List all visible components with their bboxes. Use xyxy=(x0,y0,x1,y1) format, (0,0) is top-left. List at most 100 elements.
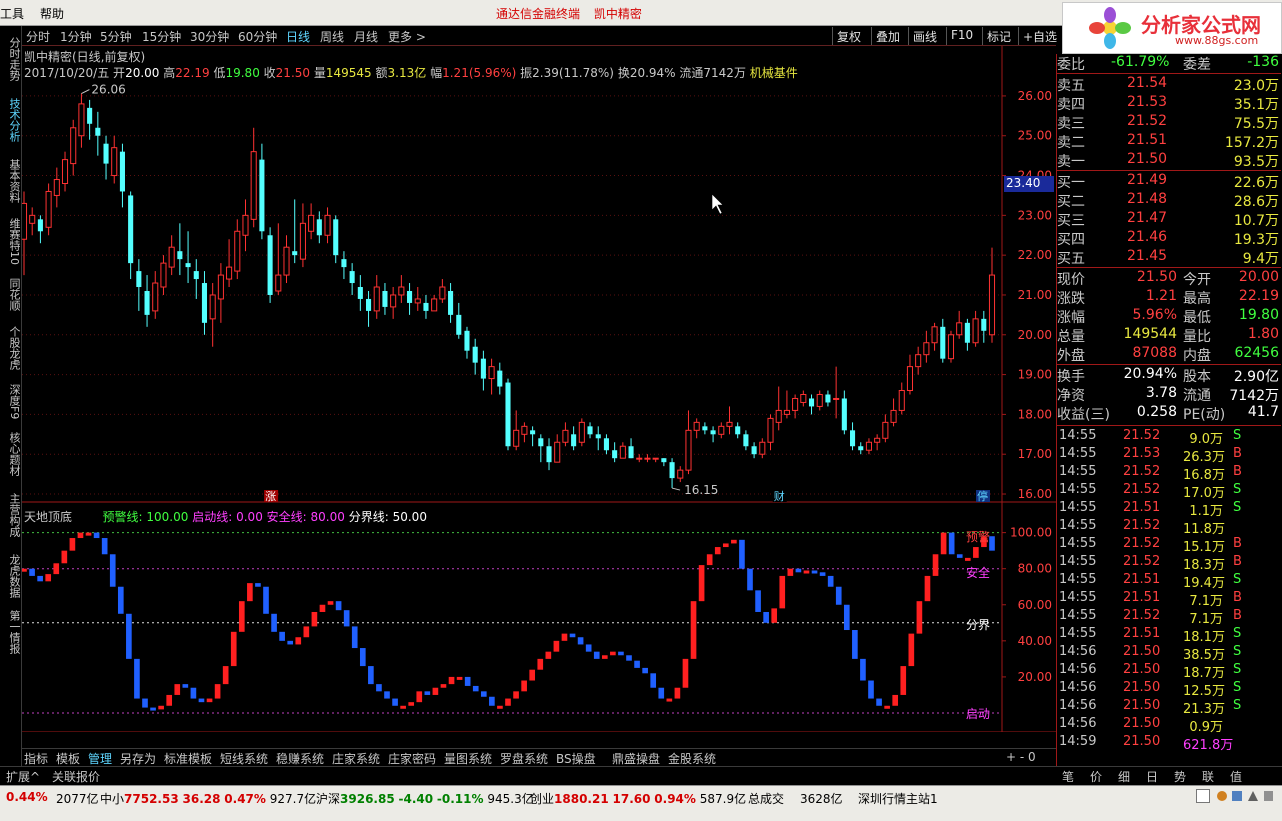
bottom-tab-9[interactable]: 量图系统 xyxy=(444,750,492,767)
quote-label-right: 量比 xyxy=(1183,329,1211,345)
weibi-row: 委比 -61.79% 委差 -136 xyxy=(1057,54,1281,73)
bottom-nav-1[interactable]: 关联报价 xyxy=(52,768,100,785)
left-tab-4[interactable]: 同花顺 xyxy=(2,272,21,316)
detail-tab-3[interactable]: 日 xyxy=(1146,768,1158,785)
toolbar-button-2[interactable]: 画线 xyxy=(908,27,941,45)
bid-row[interactable]: 买三 21.47 10.7万 xyxy=(1057,210,1281,229)
candle-body xyxy=(226,266,233,280)
safe-line-label: 安全线: xyxy=(266,510,307,524)
tick-time: 14:55 xyxy=(1059,518,1097,533)
candle-body xyxy=(177,251,183,260)
indicator-bar xyxy=(634,660,640,668)
period-1[interactable]: 1分钟 xyxy=(60,28,92,45)
price-tick-label: 22.00 xyxy=(1018,248,1052,262)
task-strip xyxy=(0,807,1282,821)
left-tab-1[interactable]: 技术分析 xyxy=(2,92,21,148)
bottom-tab-7[interactable]: 庄家系统 xyxy=(332,750,380,767)
toolbar-button-3[interactable]: F10 xyxy=(946,27,977,45)
indicator-bar xyxy=(134,658,140,699)
bottom-tab-5[interactable]: 短线系统 xyxy=(220,750,268,767)
bottom-tab-4[interactable]: 标准模板 xyxy=(164,750,212,767)
info-sector[interactable]: 机械基件 xyxy=(750,66,798,80)
detail-tab-2[interactable]: 细 xyxy=(1118,768,1130,785)
left-tab-6[interactable]: 深度F9 xyxy=(2,380,21,424)
toolbar-button-0[interactable]: 复权 xyxy=(832,27,865,45)
status-total-label: 总成交 xyxy=(748,792,785,806)
toolbar-button-4[interactable]: 标记 xyxy=(982,27,1015,45)
period-2[interactable]: 5分钟 xyxy=(100,28,132,45)
left-tab-10[interactable]: 第一情报 xyxy=(2,606,21,658)
menu-help[interactable]: 帮助 xyxy=(40,5,64,22)
ask-row[interactable]: 卖一 21.50 93.5万 xyxy=(1057,151,1281,170)
toolbar-button-1[interactable]: 叠加 xyxy=(871,27,904,45)
tick-direction: S xyxy=(1233,644,1242,659)
candle-body xyxy=(275,274,282,292)
left-tab-2[interactable]: 基本资料 xyxy=(2,152,21,210)
status-station[interactable]: 深圳行情主站1 xyxy=(858,790,938,807)
bottom-tab-10[interactable]: 罗盘系统 xyxy=(500,750,548,767)
candle-body xyxy=(316,219,322,236)
tick-price: 21.52 xyxy=(1123,464,1161,479)
candle-body xyxy=(299,222,306,260)
indicator-name[interactable]: 天地顶底 xyxy=(24,510,72,524)
bottom-tab-2[interactable]: 管理 xyxy=(88,750,112,767)
detail-tab-5[interactable]: 联 xyxy=(1202,768,1214,785)
chart-area[interactable]: 26.0025.0024.0023.0022.0021.0020.0019.00… xyxy=(22,46,1056,732)
bottom-tab-3[interactable]: 另存为 xyxy=(120,750,156,767)
tick-direction: S xyxy=(1233,572,1242,587)
bottom-tab-1[interactable]: 模板 xyxy=(56,750,80,767)
ask-row[interactable]: 卖四 21.53 35.1万 xyxy=(1057,94,1281,113)
period-7[interactable]: 周线 xyxy=(320,28,344,45)
detail-tab-0[interactable]: 笔 xyxy=(1062,768,1074,785)
period-0[interactable]: 分时 xyxy=(26,28,50,45)
zoom-controls[interactable]: + - 0 xyxy=(1006,750,1036,764)
quote-label-right: 最低 xyxy=(1183,310,1211,326)
candle-body xyxy=(209,294,216,320)
period-8[interactable]: 月线 xyxy=(354,28,378,45)
bottom-tab-8[interactable]: 庄家密码 xyxy=(388,750,436,767)
left-tab-3[interactable]: 维赛特10 xyxy=(2,214,21,268)
candle-body xyxy=(981,318,987,331)
bid-row[interactable]: 买二 21.48 28.6万 xyxy=(1057,191,1281,210)
indicator-bar xyxy=(351,626,358,649)
detail-tab-4[interactable]: 势 xyxy=(1174,768,1186,785)
bid-row[interactable]: 买四 21.46 19.3万 xyxy=(1057,229,1281,248)
left-tab-5[interactable]: 个股龙虎 xyxy=(2,320,21,376)
detail-tab-6[interactable]: 值 xyxy=(1230,768,1242,785)
alert-icon xyxy=(1217,791,1227,801)
candle-body xyxy=(217,274,224,300)
bid-row[interactable]: 买一 21.49 22.6万 xyxy=(1057,172,1281,191)
bottom-tab-11[interactable]: BS操盘 xyxy=(556,750,596,767)
ask-row[interactable]: 卖三 21.52 75.5万 xyxy=(1057,113,1281,132)
status-checkbox[interactable] xyxy=(1196,789,1210,803)
period-6[interactable]: 日线 xyxy=(286,28,310,45)
kline-chart[interactable]: 26.0025.0024.0023.0022.0021.0020.0019.00… xyxy=(22,46,1056,732)
info-open-label: 开 xyxy=(113,66,126,80)
period-4[interactable]: 30分钟 xyxy=(190,28,229,45)
left-tab-9[interactable]: 龙虎数据 xyxy=(2,550,21,602)
period-5[interactable]: 60分钟 xyxy=(238,28,277,45)
bottom-tab-13[interactable]: 金股系统 xyxy=(668,750,716,767)
indicator-bar xyxy=(900,666,907,695)
bottom-tab-6[interactable]: 稳赚系统 xyxy=(276,750,324,767)
indicator-tick-label: 60.00 xyxy=(1018,598,1052,612)
ask-row[interactable]: 卖二 21.51 157.2万 xyxy=(1057,132,1281,151)
bid-row[interactable]: 买五 21.45 9.4万 xyxy=(1057,248,1281,267)
left-tab-7[interactable]: 核心题材 xyxy=(2,428,21,480)
price-tick-label: 18.00 xyxy=(1018,407,1052,421)
detail-tab-1[interactable]: 价 xyxy=(1090,768,1102,785)
left-tab-8[interactable]: 主营构成 xyxy=(2,484,21,546)
menu-tools[interactable]: 工具 xyxy=(0,5,24,22)
status-zx: 中小7752.53 36.28 0.47% 927.7亿 xyxy=(100,790,316,807)
quote-row: 外盘 87088 内盘 62456 xyxy=(1057,345,1281,364)
candle-body xyxy=(718,425,725,435)
indicator-bar xyxy=(456,676,463,680)
ask-row[interactable]: 卖五 21.54 23.0万 xyxy=(1057,75,1281,94)
bottom-tab-0[interactable]: 指标 xyxy=(24,750,48,767)
bottom-tab-12[interactable]: 鼎盛操盘 xyxy=(612,750,660,767)
period-9[interactable]: 更多 > xyxy=(388,28,426,45)
toolbar-button-5[interactable]: +自选 xyxy=(1018,27,1061,45)
left-tab-0[interactable]: 分时走势 xyxy=(2,30,21,88)
bottom-nav-0[interactable]: 扩展^ xyxy=(6,768,40,785)
period-3[interactable]: 15分钟 xyxy=(142,28,181,45)
